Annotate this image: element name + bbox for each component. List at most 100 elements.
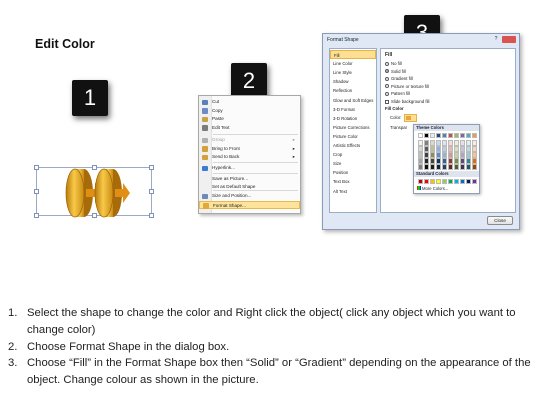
context-menu-item[interactable]: Send to Back ▸ (199, 153, 300, 162)
color-swatch[interactable] (466, 152, 471, 158)
color-swatch[interactable] (418, 164, 423, 170)
context-menu-item[interactable]: Format Shape... (199, 200, 300, 209)
category-item[interactable]: Position (330, 168, 376, 177)
context-menu-item[interactable]: Copy (199, 107, 300, 116)
fill-option-radio[interactable]: No fill (385, 61, 402, 67)
context-menu-item[interactable]: Edit Text (199, 124, 300, 133)
resize-handle[interactable] (34, 165, 39, 170)
context-menu-item[interactable]: Size and Position... (199, 192, 300, 201)
category-item[interactable]: Shadow (330, 77, 376, 86)
color-swatch[interactable] (442, 179, 447, 184)
color-swatch[interactable] (472, 146, 477, 152)
color-swatch[interactable] (424, 158, 429, 164)
color-swatch[interactable] (442, 146, 447, 152)
resize-handle[interactable] (34, 189, 39, 194)
color-swatch[interactable] (460, 146, 465, 152)
color-swatch[interactable] (460, 158, 465, 164)
color-swatch[interactable] (430, 146, 435, 152)
color-swatch[interactable] (448, 133, 453, 138)
context-menu-item[interactable]: Save as Picture... (199, 175, 300, 184)
resize-handle[interactable] (149, 165, 154, 170)
color-swatch[interactable] (472, 158, 477, 164)
resize-handle[interactable] (34, 213, 39, 218)
color-swatch[interactable] (448, 179, 453, 184)
color-swatch[interactable] (466, 133, 471, 138)
color-swatch[interactable] (418, 158, 423, 164)
color-swatch[interactable] (424, 152, 429, 158)
resize-handle[interactable] (149, 189, 154, 194)
color-dropdown-button[interactable] (404, 114, 417, 122)
category-item[interactable]: Picture Color (330, 132, 376, 141)
color-swatch[interactable] (466, 164, 471, 170)
color-swatch[interactable] (460, 179, 465, 184)
color-swatch[interactable] (430, 152, 435, 158)
fill-option-radio[interactable]: Pattern fill (385, 91, 410, 97)
color-swatch[interactable] (418, 152, 423, 158)
category-item[interactable]: 3-D Rotation (330, 114, 376, 123)
color-swatch[interactable] (466, 158, 471, 164)
color-swatch[interactable] (472, 140, 477, 146)
color-swatch[interactable] (430, 179, 435, 184)
category-item[interactable]: Fill (330, 50, 376, 60)
color-swatch[interactable] (466, 146, 471, 152)
color-swatch[interactable] (454, 164, 459, 170)
color-swatch[interactable] (418, 133, 423, 138)
category-item[interactable]: Crop (330, 150, 376, 159)
color-swatch[interactable] (448, 164, 453, 170)
color-swatch[interactable] (460, 133, 465, 138)
color-swatch[interactable] (460, 164, 465, 170)
context-menu-item[interactable]: Bring to Front ▸ (199, 145, 300, 154)
color-swatch[interactable] (466, 140, 471, 146)
color-swatch[interactable] (424, 140, 429, 146)
color-swatch[interactable] (460, 140, 465, 146)
color-swatch[interactable] (436, 146, 441, 152)
color-swatch[interactable] (430, 158, 435, 164)
resize-handle[interactable] (149, 213, 154, 218)
color-swatch[interactable] (430, 140, 435, 146)
color-swatch[interactable] (430, 164, 435, 170)
fill-option-radio[interactable]: Picture or texture fill (385, 84, 429, 90)
color-swatch[interactable] (436, 140, 441, 146)
color-swatch[interactable] (448, 158, 453, 164)
slide-background-option[interactable]: Slide background fill (385, 99, 429, 105)
fill-option-radio[interactable]: Gradient fill (385, 76, 413, 82)
color-swatch[interactable] (418, 146, 423, 152)
color-swatch[interactable] (436, 164, 441, 170)
color-swatch[interactable] (430, 133, 435, 138)
close-button[interactable]: Close (487, 216, 513, 225)
color-swatch[interactable] (454, 133, 459, 138)
context-menu-item[interactable]: Group ▸ (199, 136, 300, 145)
color-swatch[interactable] (472, 152, 477, 158)
color-swatch[interactable] (454, 152, 459, 158)
color-swatch[interactable] (418, 179, 423, 184)
context-menu-item[interactable]: Paste (199, 115, 300, 124)
color-swatch[interactable] (424, 179, 429, 184)
color-swatch[interactable] (442, 133, 447, 138)
more-colors-link[interactable]: More Colors... (417, 186, 448, 191)
context-menu-item[interactable]: Cut (199, 98, 300, 107)
color-swatch[interactable] (472, 179, 477, 184)
color-swatch[interactable] (448, 152, 453, 158)
color-swatch[interactable] (460, 152, 465, 158)
category-item[interactable]: Artistic Effects (330, 141, 376, 150)
color-swatch[interactable] (454, 146, 459, 152)
color-swatch[interactable] (454, 179, 459, 184)
category-item[interactable]: Picture Corrections (330, 123, 376, 132)
category-item[interactable]: Reflection (330, 86, 376, 95)
color-swatch[interactable] (466, 179, 471, 184)
color-swatch[interactable] (436, 133, 441, 138)
color-swatch[interactable] (442, 152, 447, 158)
close-icon[interactable] (502, 36, 516, 43)
color-swatch[interactable] (424, 133, 429, 138)
category-item[interactable]: Glow and Soft Edges (330, 96, 376, 105)
color-swatch[interactable] (448, 140, 453, 146)
color-swatch[interactable] (418, 140, 423, 146)
color-swatch[interactable] (442, 140, 447, 146)
color-swatch[interactable] (424, 164, 429, 170)
coin-arrow-shape[interactable] (60, 162, 140, 224)
color-swatch[interactable] (472, 133, 477, 138)
category-item[interactable]: Alt Text (330, 187, 376, 196)
color-swatch[interactable] (442, 164, 447, 170)
color-swatch[interactable] (442, 158, 447, 164)
color-swatch[interactable] (448, 146, 453, 152)
